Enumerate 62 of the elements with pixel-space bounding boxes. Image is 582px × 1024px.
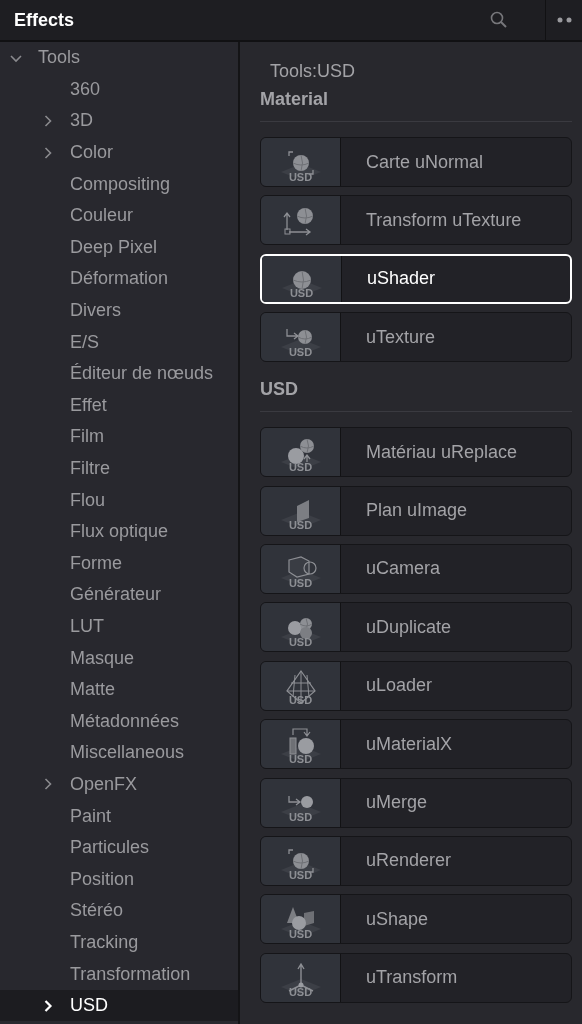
tree-item[interactable]: Matte <box>0 673 238 706</box>
tree-item[interactable]: 360 <box>0 73 238 106</box>
tree-item[interactable]: 3D <box>0 105 238 137</box>
tree-item[interactable]: Particules <box>0 831 238 864</box>
search-icon[interactable] <box>490 11 508 29</box>
tool-button[interactable]: USD uShader <box>260 253 572 304</box>
tool-button[interactable]: USD uDuplicate <box>260 602 572 653</box>
chevron-right-icon[interactable] <box>42 999 54 1012</box>
tree-item[interactable]: Effet <box>0 389 238 422</box>
tree-item[interactable]: Miscellaneous <box>0 737 238 769</box>
usd-label: USD <box>288 636 313 648</box>
usd-label: USD <box>288 520 313 532</box>
usd-label: USD <box>288 578 313 590</box>
tree-item[interactable]: Flux optique <box>0 515 238 548</box>
usd-label: USD <box>288 753 313 765</box>
tree-item[interactable]: Transformation <box>0 958 238 990</box>
tool-button[interactable]: USD Plan uImage <box>260 485 572 536</box>
tool-button[interactable]: USD uShape <box>260 894 572 945</box>
tree-item[interactable]: Color <box>0 136 238 169</box>
tree-item[interactable]: LUT <box>0 610 238 643</box>
usd-label: USD <box>288 461 313 473</box>
tree-item[interactable]: E/S <box>0 326 238 358</box>
tree-item[interactable]: Tools <box>0 42 238 74</box>
tree-item[interactable]: Divers <box>0 294 238 327</box>
tree-item[interactable]: Deep Pixel <box>0 231 238 264</box>
usd-label: USD <box>288 870 313 882</box>
tree-item[interactable]: Masque <box>0 642 238 674</box>
usd-label: USD <box>288 812 313 823</box>
tree-item[interactable]: Position <box>0 863 238 896</box>
tool-button[interactable]: Transform uTexture <box>260 195 572 246</box>
tree-item[interactable]: Paint <box>0 800 238 832</box>
usd-label: USD <box>288 346 313 358</box>
section-heading: USD <box>260 376 572 413</box>
tool-button[interactable]: USD uRenderer <box>260 835 572 886</box>
tree-item[interactable]: Déformation <box>0 263 238 295</box>
tree-item[interactable]: Stéréo <box>0 895 238 927</box>
panel-title: Effects <box>13 8 76 32</box>
tool-button[interactable]: USD uCamera <box>260 543 572 594</box>
tree-item[interactable]: Compositing <box>0 168 238 200</box>
tool-button[interactable]: USD uMerge <box>260 777 572 828</box>
tree-item[interactable]: Générateur <box>0 579 238 611</box>
usd-label: USD <box>289 288 314 300</box>
tree-item[interactable]: OpenFX <box>0 768 238 801</box>
usd-label: USD <box>288 695 313 707</box>
tool-button[interactable]: USD uMaterialX <box>260 719 572 770</box>
tree-item[interactable]: Tracking <box>0 926 238 959</box>
usd-label: USD <box>288 928 313 940</box>
tool-button[interactable]: USD uLoader <box>260 660 572 711</box>
tree-item[interactable]: Métadonnées <box>0 705 238 738</box>
tree-item[interactable]: USD <box>0 989 238 1022</box>
tree-item[interactable]: Film <box>0 421 238 453</box>
tool-button[interactable]: USD Carte uNormal <box>260 137 572 187</box>
tree-item[interactable]: Couleur <box>0 199 238 232</box>
tool-button[interactable]: USD Matériau uReplace <box>260 427 572 478</box>
tree-item[interactable]: Éditeur de nœuds <box>0 357 238 390</box>
breadcrumb: Tools:USD <box>269 60 357 83</box>
tree-item[interactable]: Flou <box>0 484 238 516</box>
section-heading: Material <box>260 86 572 122</box>
usd-label: USD <box>288 171 313 183</box>
tool-button[interactable]: USD uTexture <box>260 312 572 363</box>
tree-item[interactable]: Filtre <box>0 452 238 485</box>
tree-item[interactable]: Forme <box>0 547 238 580</box>
